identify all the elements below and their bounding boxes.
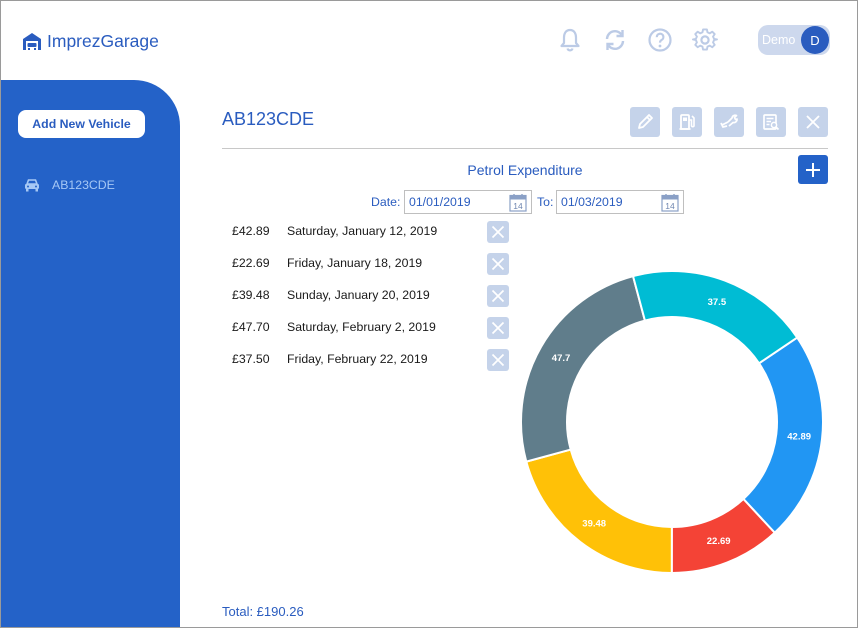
delete-entry-button[interactable] — [487, 253, 509, 275]
entry-amount: £42.89 — [232, 224, 270, 238]
close-icon — [491, 353, 505, 367]
list-item: £22.69 Friday, January 18, 2019 — [222, 253, 512, 275]
total-expenditure: Total: £190.26 — [222, 604, 304, 619]
date-from-label: Date: — [371, 195, 401, 209]
slice-label: 22.69 — [707, 536, 731, 547]
user-name: Demo — [762, 33, 796, 47]
fuel-button[interactable] — [672, 107, 702, 137]
donut-slice[interactable] — [520, 274, 647, 463]
sidebar-item-label: AB123CDE — [52, 178, 115, 192]
slice-label: 37.5 — [708, 297, 727, 308]
entry-date: Friday, February 22, 2019 — [287, 352, 428, 366]
report-button[interactable] — [756, 107, 786, 137]
slice-label: 42.89 — [787, 432, 811, 443]
car-icon — [25, 179, 39, 192]
date-from-field[interactable]: 14 — [404, 190, 532, 214]
list-item: £47.70 Saturday, February 2, 2019 — [222, 317, 512, 339]
entry-date: Saturday, February 2, 2019 — [287, 320, 436, 334]
expenditure-donut-chart: 42.89 22.69 39.48 47.7 37.5 — [520, 270, 824, 575]
date-to-label: To: — [537, 195, 554, 209]
donut-slice[interactable] — [631, 270, 799, 365]
sidebar: Add New Vehicle AB123CDE — [1, 80, 180, 627]
page-title: AB123CDE — [222, 109, 315, 129]
section-title: Petrol Expenditure — [467, 162, 583, 178]
close-icon — [806, 115, 820, 129]
report-icon — [763, 114, 780, 131]
delete-entry-button[interactable] — [487, 317, 509, 339]
date-to-input[interactable] — [561, 195, 657, 209]
list-item: £42.89 Saturday, January 12, 2019 — [222, 221, 512, 243]
calendar-day: 14 — [513, 201, 523, 211]
close-icon — [491, 225, 505, 239]
sidebar-item-vehicle[interactable]: AB123CDE — [24, 178, 115, 192]
refresh-icon[interactable] — [602, 27, 628, 53]
entry-amount: £39.48 — [232, 288, 270, 302]
add-entry-button[interactable] — [798, 155, 828, 184]
user-menu[interactable]: Demo D — [758, 25, 830, 55]
avatar: D — [801, 26, 829, 54]
list-item: £37.50 Friday, February 22, 2019 — [222, 349, 512, 371]
entry-date: Saturday, January 12, 2019 — [287, 224, 438, 238]
slice-label: 47.7 — [552, 353, 571, 364]
wrench-icon — [720, 114, 738, 129]
list-item: £39.48 Sunday, January 20, 2019 — [222, 285, 512, 307]
entry-amount: £47.70 — [232, 320, 270, 334]
edit-button[interactable] — [630, 107, 660, 137]
edit-icon — [638, 114, 653, 129]
entry-amount: £22.69 — [232, 256, 270, 270]
garage-icon — [23, 33, 41, 50]
date-from-input[interactable] — [409, 195, 505, 209]
entry-date: Friday, January 18, 2019 — [287, 256, 423, 270]
bell-icon[interactable] — [557, 27, 583, 53]
donut-slice[interactable] — [525, 448, 673, 575]
add-vehicle-button[interactable]: Add New Vehicle — [18, 110, 145, 138]
brand[interactable]: ImprezGarage — [22, 30, 159, 52]
calendar-icon[interactable]: 14 — [661, 193, 679, 212]
service-button[interactable] — [714, 107, 744, 137]
close-icon — [491, 289, 505, 303]
close-icon — [491, 321, 505, 335]
plus-icon — [806, 162, 820, 177]
help-icon[interactable] — [647, 27, 673, 53]
delete-entry-button[interactable] — [487, 349, 509, 371]
entry-amount: £37.50 — [232, 352, 270, 366]
close-icon — [491, 257, 505, 271]
brand-name: ImprezGarage — [47, 30, 159, 51]
delete-entry-button[interactable] — [487, 221, 509, 243]
close-button[interactable] — [798, 107, 828, 137]
gear-icon[interactable] — [692, 27, 718, 53]
fuel-pump-icon — [679, 114, 695, 130]
calendar-icon[interactable]: 14 — [509, 193, 527, 212]
top-bar: ImprezGarage Demo D — [0, 0, 858, 80]
delete-entry-button[interactable] — [487, 285, 509, 307]
entry-date: Sunday, January 20, 2019 — [287, 288, 430, 302]
divider — [222, 148, 828, 149]
slice-label: 39.48 — [582, 519, 606, 530]
date-to-field[interactable]: 14 — [556, 190, 684, 214]
calendar-day: 14 — [665, 201, 675, 211]
